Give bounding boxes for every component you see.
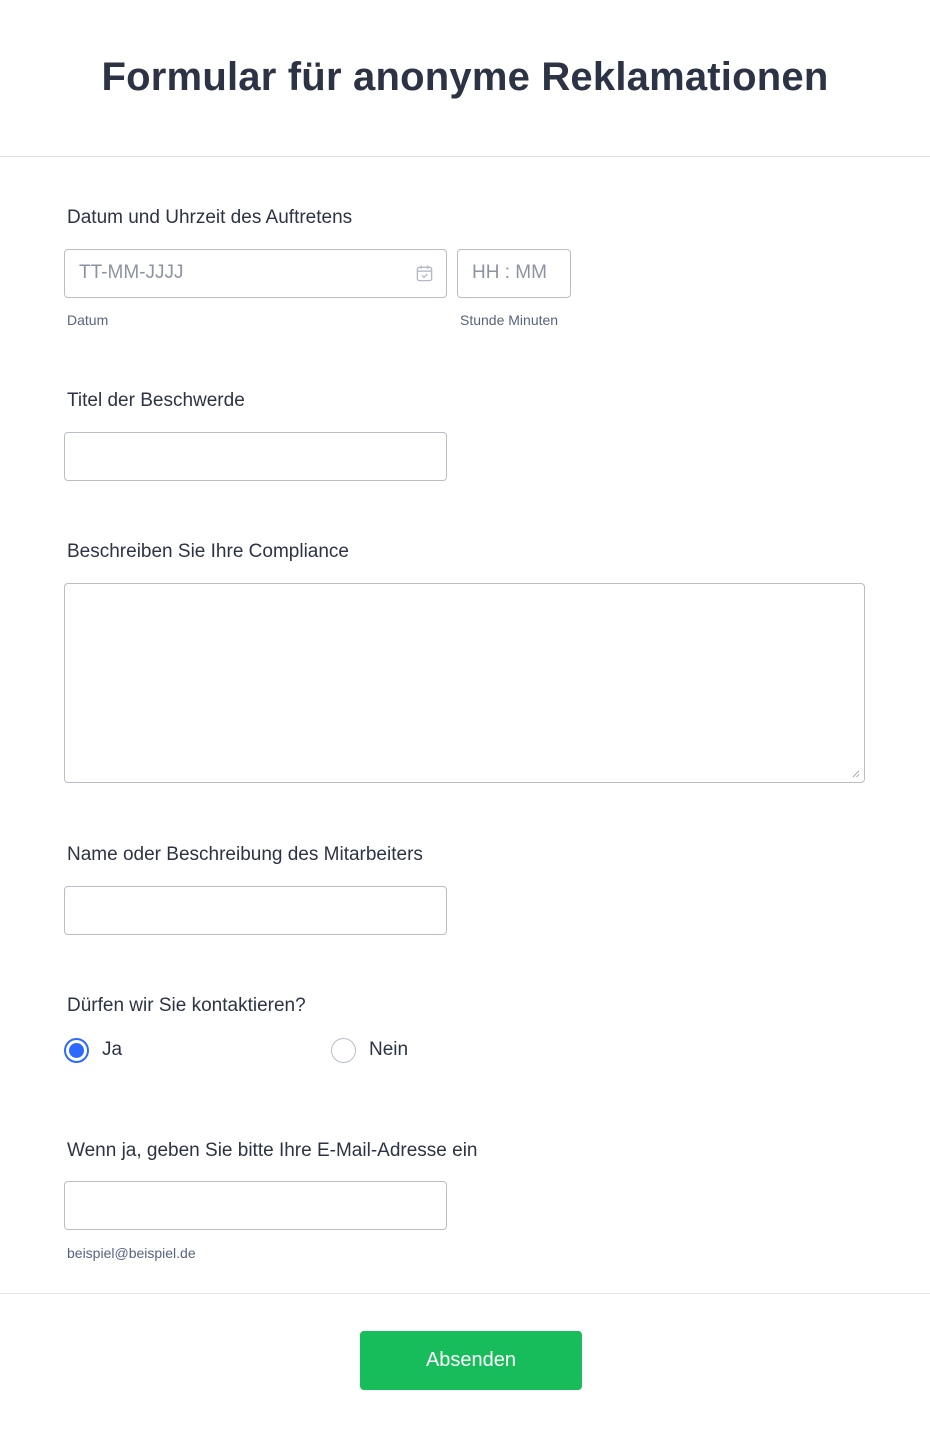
date-time-label: Datum und Uhrzeit des Auftretens bbox=[67, 207, 353, 228]
contact-label: Dürfen wir Sie kontaktieren? bbox=[67, 995, 306, 1016]
email-label: Wenn ja, geben Sie bitte Ihre E-Mail-Adr… bbox=[67, 1140, 478, 1161]
date-placeholder: TT-MM-JJJJ bbox=[79, 262, 184, 283]
radio-ja[interactable] bbox=[64, 1038, 89, 1063]
radio-nein[interactable] bbox=[331, 1038, 356, 1063]
email-input[interactable] bbox=[64, 1181, 447, 1230]
form-header: Formular für anonyme Reklamationen bbox=[0, 0, 930, 157]
compliance-textarea[interactable] bbox=[64, 583, 865, 783]
compliance-label: Beschreiben Sie Ihre Compliance bbox=[67, 541, 349, 562]
calendar-icon[interactable] bbox=[415, 264, 434, 283]
complaint-title-input[interactable] bbox=[64, 432, 447, 481]
footer-divider bbox=[0, 1293, 930, 1294]
time-placeholder: HH : MM bbox=[472, 262, 547, 283]
resize-handle-icon[interactable] bbox=[851, 769, 860, 778]
submit-button[interactable]: Absenden bbox=[360, 1331, 582, 1390]
employee-input[interactable] bbox=[64, 886, 447, 935]
date-sublabel: Datum bbox=[67, 312, 109, 328]
email-sublabel: beispiel@beispiel.de bbox=[67, 1245, 196, 1261]
date-input[interactable]: TT-MM-JJJJ bbox=[64, 249, 447, 298]
radio-nein-label[interactable]: Nein bbox=[369, 1039, 408, 1061]
time-sublabel: Stunde Minuten bbox=[460, 312, 559, 328]
radio-ja-label[interactable]: Ja bbox=[102, 1039, 122, 1061]
time-input[interactable]: HH : MM bbox=[457, 249, 571, 298]
employee-label: Name oder Beschreibung des Mitarbeiters bbox=[67, 844, 423, 865]
form-title: Formular für anonyme Reklamationen bbox=[101, 54, 829, 99]
complaint-title-label: Titel der Beschwerde bbox=[67, 390, 245, 411]
